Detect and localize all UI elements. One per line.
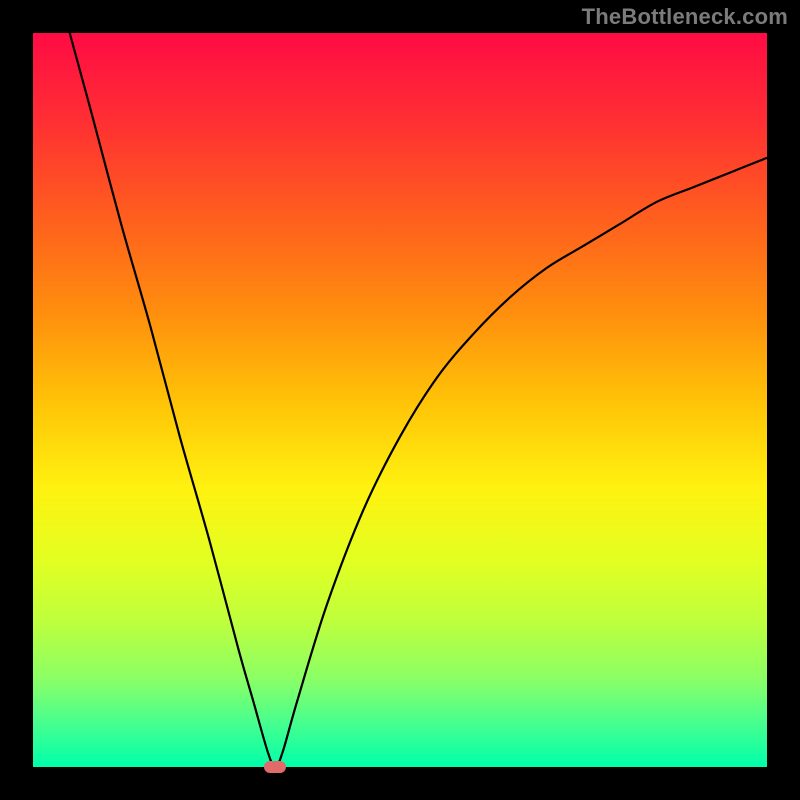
bottleneck-curve <box>33 33 767 767</box>
plot-area <box>33 33 767 767</box>
chart-frame: TheBottleneck.com <box>0 0 800 800</box>
optimum-marker <box>264 761 286 773</box>
watermark-text: TheBottleneck.com <box>582 4 788 30</box>
